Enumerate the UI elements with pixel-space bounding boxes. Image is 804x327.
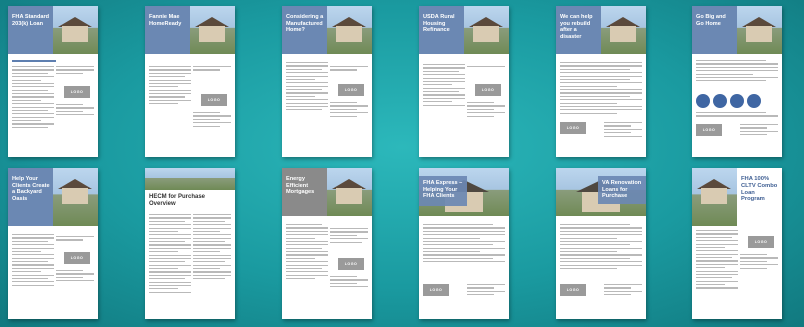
flyer-title: FHA 100% CLTV Combo Loan Program <box>737 168 782 226</box>
flyer-title: FHA Standard 203(k) Loan <box>8 6 53 54</box>
logo-placeholder: LOGO <box>64 86 90 98</box>
logo-placeholder: LOGO <box>423 284 449 296</box>
home-icon <box>696 94 710 108</box>
logo-placeholder: LOGO <box>338 258 364 270</box>
key-icon <box>747 94 761 108</box>
flyer-title: Go Big and Go Home <box>692 6 737 54</box>
logo-placeholder: LOGO <box>748 236 774 248</box>
feature-icons <box>696 94 761 108</box>
flyer-photo <box>327 168 372 216</box>
flyer-photo <box>464 6 509 54</box>
flyer-photo <box>327 6 372 54</box>
logo-placeholder: LOGO <box>560 122 586 134</box>
flyer-photo <box>145 168 235 190</box>
flyer-rebuild-after-disaster[interactable]: We can help you rebuild after a disaster… <box>556 6 646 157</box>
logo-placeholder: LOGO <box>560 284 586 296</box>
flyer-photo <box>737 6 782 54</box>
flyer-title: Energy Efficient Mortgages <box>282 168 327 216</box>
dollar-icon <box>713 94 727 108</box>
flyer-photo <box>601 6 646 54</box>
flyer-fha-100-cltv-combo[interactable]: FHA 100% CLTV Combo Loan Program LOGO <box>692 168 782 319</box>
flyer-title: HECM for Purchase Overview <box>149 194 206 208</box>
flyer-fannie-mae-homeready[interactable]: Fannie Mae HomeReady LOGO <box>145 6 235 157</box>
flyer-title: We can help you rebuild after a disaster <box>556 6 601 54</box>
logo-placeholder: LOGO <box>475 84 501 96</box>
flyer-fha-203k[interactable]: FHA Standard 203(k) Loan LOGO <box>8 6 98 157</box>
flyer-backyard-oasis[interactable]: Help Your Clients Create a Backyard Oasi… <box>8 168 98 319</box>
logo-placeholder: LOGO <box>696 124 722 136</box>
flyer-usda-rural-refinance[interactable]: USDA Rural Housing Refinance LOGO <box>419 6 509 157</box>
flyer-hecm-for-purchase[interactable]: HECM for Purchase Overview <box>145 168 235 319</box>
flyer-energy-efficient-mortgages[interactable]: Energy Efficient Mortgages LOGO <box>282 168 372 319</box>
flyer-row-top: FHA Standard 203(k) Loan LOGO Fannie Mae… <box>8 6 796 157</box>
logo-placeholder: LOGO <box>64 252 90 264</box>
flyer-photo <box>692 168 737 226</box>
flyer-title: Help Your Clients Create a Backyard Oasi… <box>8 168 53 226</box>
flyer-photo <box>53 168 98 226</box>
percent-icon <box>730 94 744 108</box>
flyer-photo <box>53 6 98 54</box>
flyer-title: Fannie Mae HomeReady <box>145 6 190 54</box>
flyer-fha-express[interactable]: FHA Express – Helping Your FHA Clients L… <box>419 168 509 319</box>
flyer-photo <box>190 6 235 54</box>
flyer-title: Considering a Manufactured Home? <box>282 6 327 54</box>
logo-placeholder: LOGO <box>201 94 227 106</box>
flyer-manufactured-home[interactable]: Considering a Manufactured Home? LOGO <box>282 6 372 157</box>
logo-placeholder: LOGO <box>338 84 364 96</box>
flyer-title: VA Renovation Loans for Purchase <box>598 176 646 204</box>
flyer-row-bottom: Help Your Clients Create a Backyard Oasi… <box>8 168 796 319</box>
flyer-go-big-go-home[interactable]: Go Big and Go Home LOGO <box>692 6 782 157</box>
flyer-title: USDA Rural Housing Refinance <box>419 6 464 54</box>
flyer-va-renovation[interactable]: VA Renovation Loans for Purchase LOGO <box>556 168 646 319</box>
flyer-title: FHA Express – Helping Your FHA Clients <box>419 176 467 206</box>
